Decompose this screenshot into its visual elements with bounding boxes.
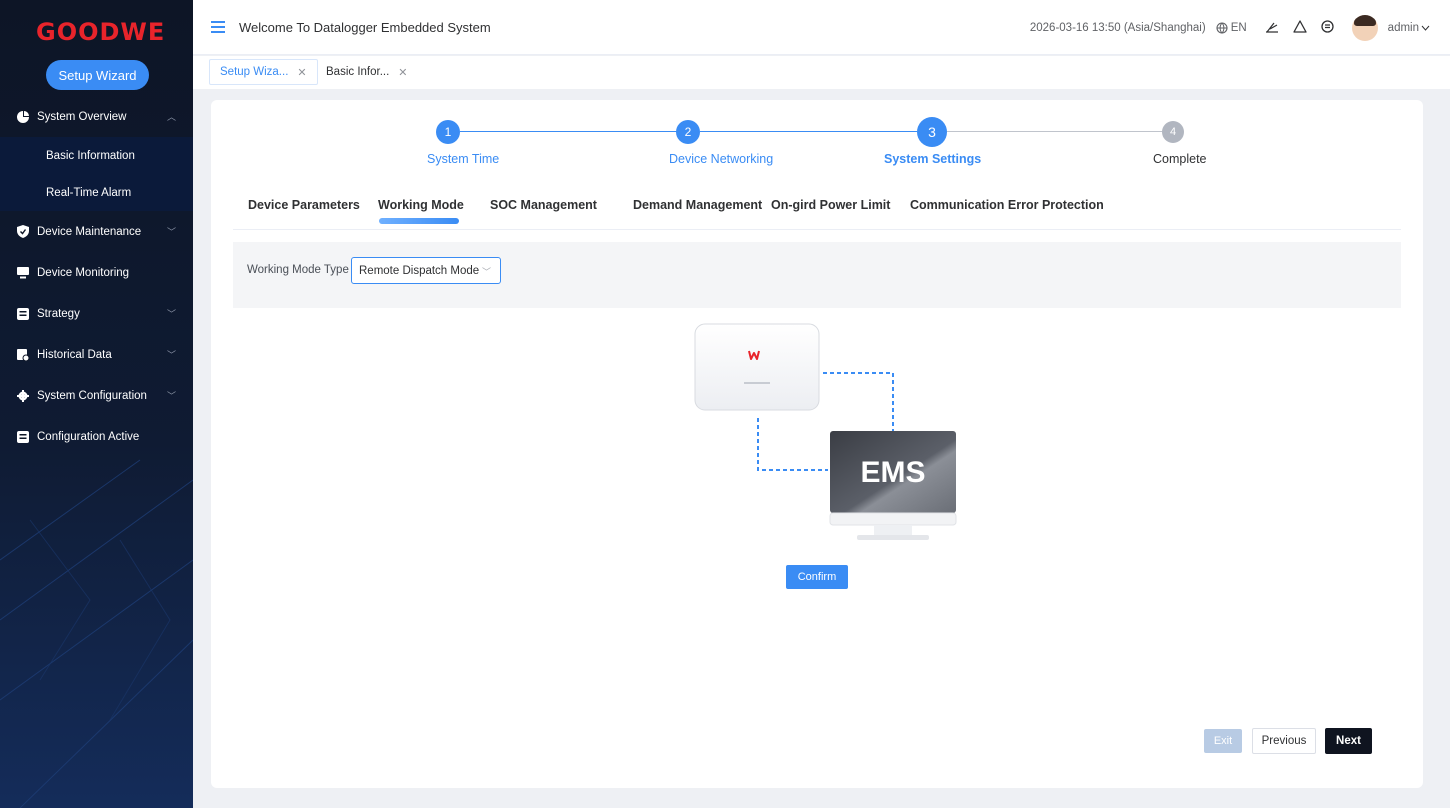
system-overview-submenu: Basic Information Real-Time Alarm	[0, 137, 193, 211]
sidebar-item-label: Device Maintenance	[37, 225, 142, 238]
header-toolbar: 2026-03-16 13:50 (Asia/Shanghai) EN admi…	[1020, 14, 1430, 42]
goodwe-logo: GOODWE	[36, 18, 166, 46]
page-tabs: Setup Wiza... ✕ Basic Infor... ✕	[193, 56, 1450, 89]
tab-basic-information[interactable]: Basic Infor... ✕	[315, 59, 419, 85]
sidebar-item-label: Historical Data	[37, 348, 112, 361]
exit-button[interactable]: Exit	[1204, 729, 1242, 753]
log-icon[interactable]	[1321, 20, 1334, 36]
step-4-circle[interactable]: 4	[1162, 121, 1184, 143]
active-subtab-indicator	[379, 218, 459, 224]
subtab-device-parameters[interactable]: Device Parameters	[248, 198, 360, 212]
step-1-circle[interactable]: 1	[436, 120, 460, 144]
sidebar-menu: System Overview ︿ Basic Information Real…	[0, 96, 193, 457]
step-4-label: Complete	[1153, 152, 1207, 166]
sidebar-item-configuration-active[interactable]: Configuration Active	[0, 416, 193, 457]
tab-label: Setup Wiza...	[220, 66, 289, 78]
step-2-label: Device Networking	[669, 152, 774, 166]
subtab-demand-management[interactable]: Demand Management	[633, 198, 762, 212]
pie-chart-icon	[16, 110, 29, 123]
subtab-working-mode[interactable]: Working Mode	[378, 198, 464, 212]
language-label: EN	[1230, 22, 1247, 34]
previous-button[interactable]: Previous	[1252, 728, 1316, 754]
globe-icon	[1216, 22, 1228, 34]
setup-wizard-button[interactable]: Setup Wizard	[46, 60, 149, 90]
user-menu[interactable]: admin	[1388, 22, 1430, 34]
chevron-down-icon: ﹀	[167, 350, 177, 360]
monitor-icon	[16, 266, 29, 279]
sidebar-item-label: Basic Information	[46, 149, 135, 162]
shield-icon	[16, 225, 29, 238]
settings-subtabs: Device Parameters Working Mode SOC Manag…	[233, 192, 1401, 230]
sidebar-item-real-time-alarm[interactable]: Real-Time Alarm	[0, 174, 193, 211]
sidebar: GOODWE Setup Wizard System Overview ︿ Ba…	[0, 0, 193, 808]
warning-icon[interactable]	[1293, 20, 1307, 36]
ems-label: EMS	[860, 456, 925, 489]
step-3-circle[interactable]: 3	[917, 117, 947, 147]
sidebar-item-strategy[interactable]: Strategy ﹀	[0, 293, 193, 334]
username: admin	[1387, 22, 1419, 34]
sidebar-item-label: Strategy	[37, 307, 80, 320]
strategy-icon	[16, 307, 29, 320]
confirm-button[interactable]: Confirm	[786, 565, 848, 589]
tab-label: Basic Infor...	[326, 66, 390, 78]
subtab-soc-management[interactable]: SOC Management	[490, 198, 597, 212]
sidebar-item-label: Configuration Active	[37, 430, 140, 443]
config-icon	[16, 430, 29, 443]
sidebar-item-label: System Overview	[37, 110, 127, 123]
working-mode-type-label: Working Mode Type	[247, 264, 349, 276]
chevron-down-icon: ﹀	[167, 227, 177, 237]
working-mode-select[interactable]: Remote Dispatch Mode ﹀	[351, 257, 501, 284]
close-icon[interactable]: ✕	[297, 66, 306, 79]
chevron-down-icon: ﹀	[167, 309, 177, 319]
next-button[interactable]: Next	[1325, 728, 1372, 754]
chevron-down-icon: ﹀	[481, 267, 491, 277]
step-3-label: System Settings	[884, 152, 982, 166]
sidebar-item-historical-data[interactable]: Historical Data ﹀	[0, 334, 193, 375]
history-icon	[16, 348, 29, 361]
working-mode-value: Remote Dispatch Mode	[359, 264, 480, 277]
sidebar-item-basic-information[interactable]: Basic Information	[0, 137, 193, 174]
datalogger-device-icon	[694, 323, 820, 411]
step-connector	[947, 131, 1162, 132]
chevron-down-icon	[1421, 25, 1430, 31]
working-mode-panel: Working Mode Type Remote Dispatch Mode ﹀	[233, 242, 1401, 308]
top-header: Welcome To Datalogger Embedded System 20…	[193, 0, 1450, 55]
signal-icon[interactable]	[1265, 21, 1279, 36]
connection-line	[823, 372, 894, 432]
menu-toggle-icon[interactable]	[211, 21, 225, 33]
subtab-on-grid-power-limit[interactable]: On-gird Power Limit	[771, 198, 890, 212]
wizard-steps: 1 2 3 4 System Time Device Networking Sy…	[211, 117, 1423, 178]
step-connector	[460, 131, 683, 132]
step-connector	[700, 131, 917, 132]
tab-setup-wizard[interactable]: Setup Wiza... ✕	[209, 59, 318, 85]
sidebar-item-label: Real-Time Alarm	[46, 186, 132, 199]
sidebar-item-system-overview[interactable]: System Overview ︿	[0, 96, 193, 137]
avatar[interactable]	[1351, 15, 1378, 41]
sidebar-item-label: Device Monitoring	[37, 266, 130, 279]
ems-illustration: EMS	[694, 323, 957, 540]
setup-wizard-card: 1 2 3 4 System Time Device Networking Sy…	[211, 100, 1423, 788]
step-1-label: System Time	[427, 152, 500, 166]
chevron-up-icon: ︿	[167, 112, 177, 122]
step-2-circle[interactable]: 2	[676, 120, 700, 144]
chevron-down-icon: ﹀	[167, 391, 177, 401]
sidebar-item-label: System Configuration	[37, 389, 147, 402]
page-title: Welcome To Datalogger Embedded System	[239, 20, 491, 35]
sidebar-item-system-configuration[interactable]: System Configuration ﹀	[0, 375, 193, 416]
datetime-display: 2026-03-16 13:50 (Asia/Shanghai)	[1029, 22, 1206, 34]
settings-icon	[16, 389, 29, 402]
sidebar-item-device-maintenance[interactable]: Device Maintenance ﹀	[0, 211, 193, 252]
sidebar-item-device-monitoring[interactable]: Device Monitoring	[0, 252, 193, 293]
subtab-communication-error-protection[interactable]: Communication Error Protection	[910, 198, 1104, 212]
connection-line	[757, 418, 828, 471]
close-icon[interactable]: ✕	[398, 66, 407, 79]
language-switch[interactable]: EN	[1216, 22, 1247, 34]
